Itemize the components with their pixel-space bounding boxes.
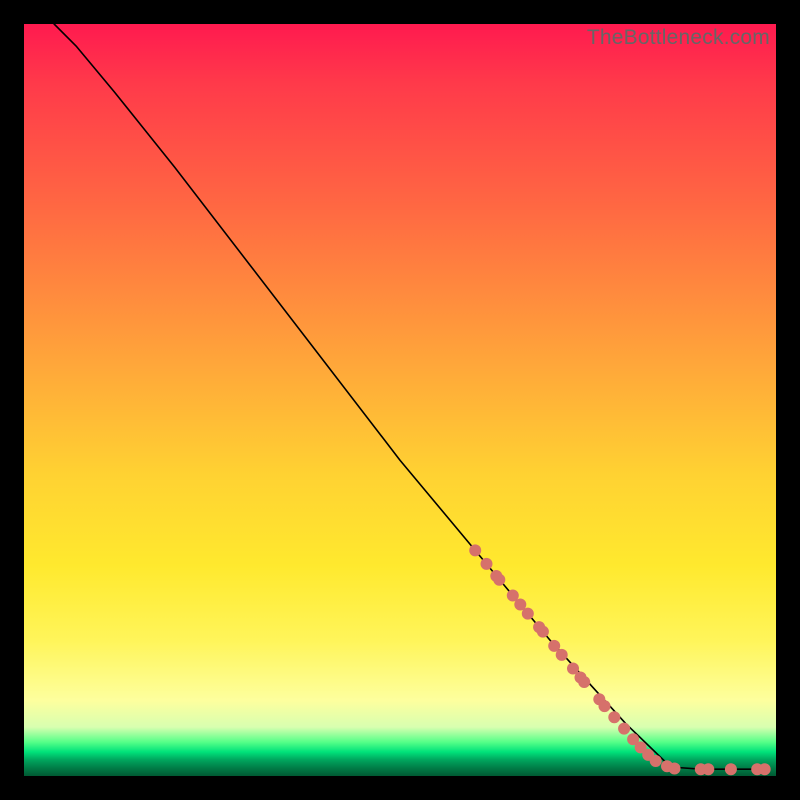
sample-point — [469, 544, 481, 556]
sample-point — [599, 700, 611, 712]
sample-points-group — [469, 544, 771, 775]
sample-point — [669, 763, 681, 775]
sample-point — [759, 763, 771, 775]
chart-frame: TheBottleneck.com — [0, 0, 800, 800]
plot-area: TheBottleneck.com — [24, 24, 776, 776]
sample-point — [522, 608, 534, 620]
sample-point — [725, 763, 737, 775]
sample-point — [481, 558, 493, 570]
sample-point — [578, 676, 590, 688]
sample-point — [702, 763, 714, 775]
bottleneck-curve-line — [54, 24, 761, 769]
sample-point — [537, 626, 549, 638]
sample-point — [650, 755, 662, 767]
chart-overlay — [24, 24, 776, 776]
sample-point — [618, 723, 630, 735]
sample-point — [608, 711, 620, 723]
sample-point — [493, 574, 505, 586]
sample-point — [556, 649, 568, 661]
